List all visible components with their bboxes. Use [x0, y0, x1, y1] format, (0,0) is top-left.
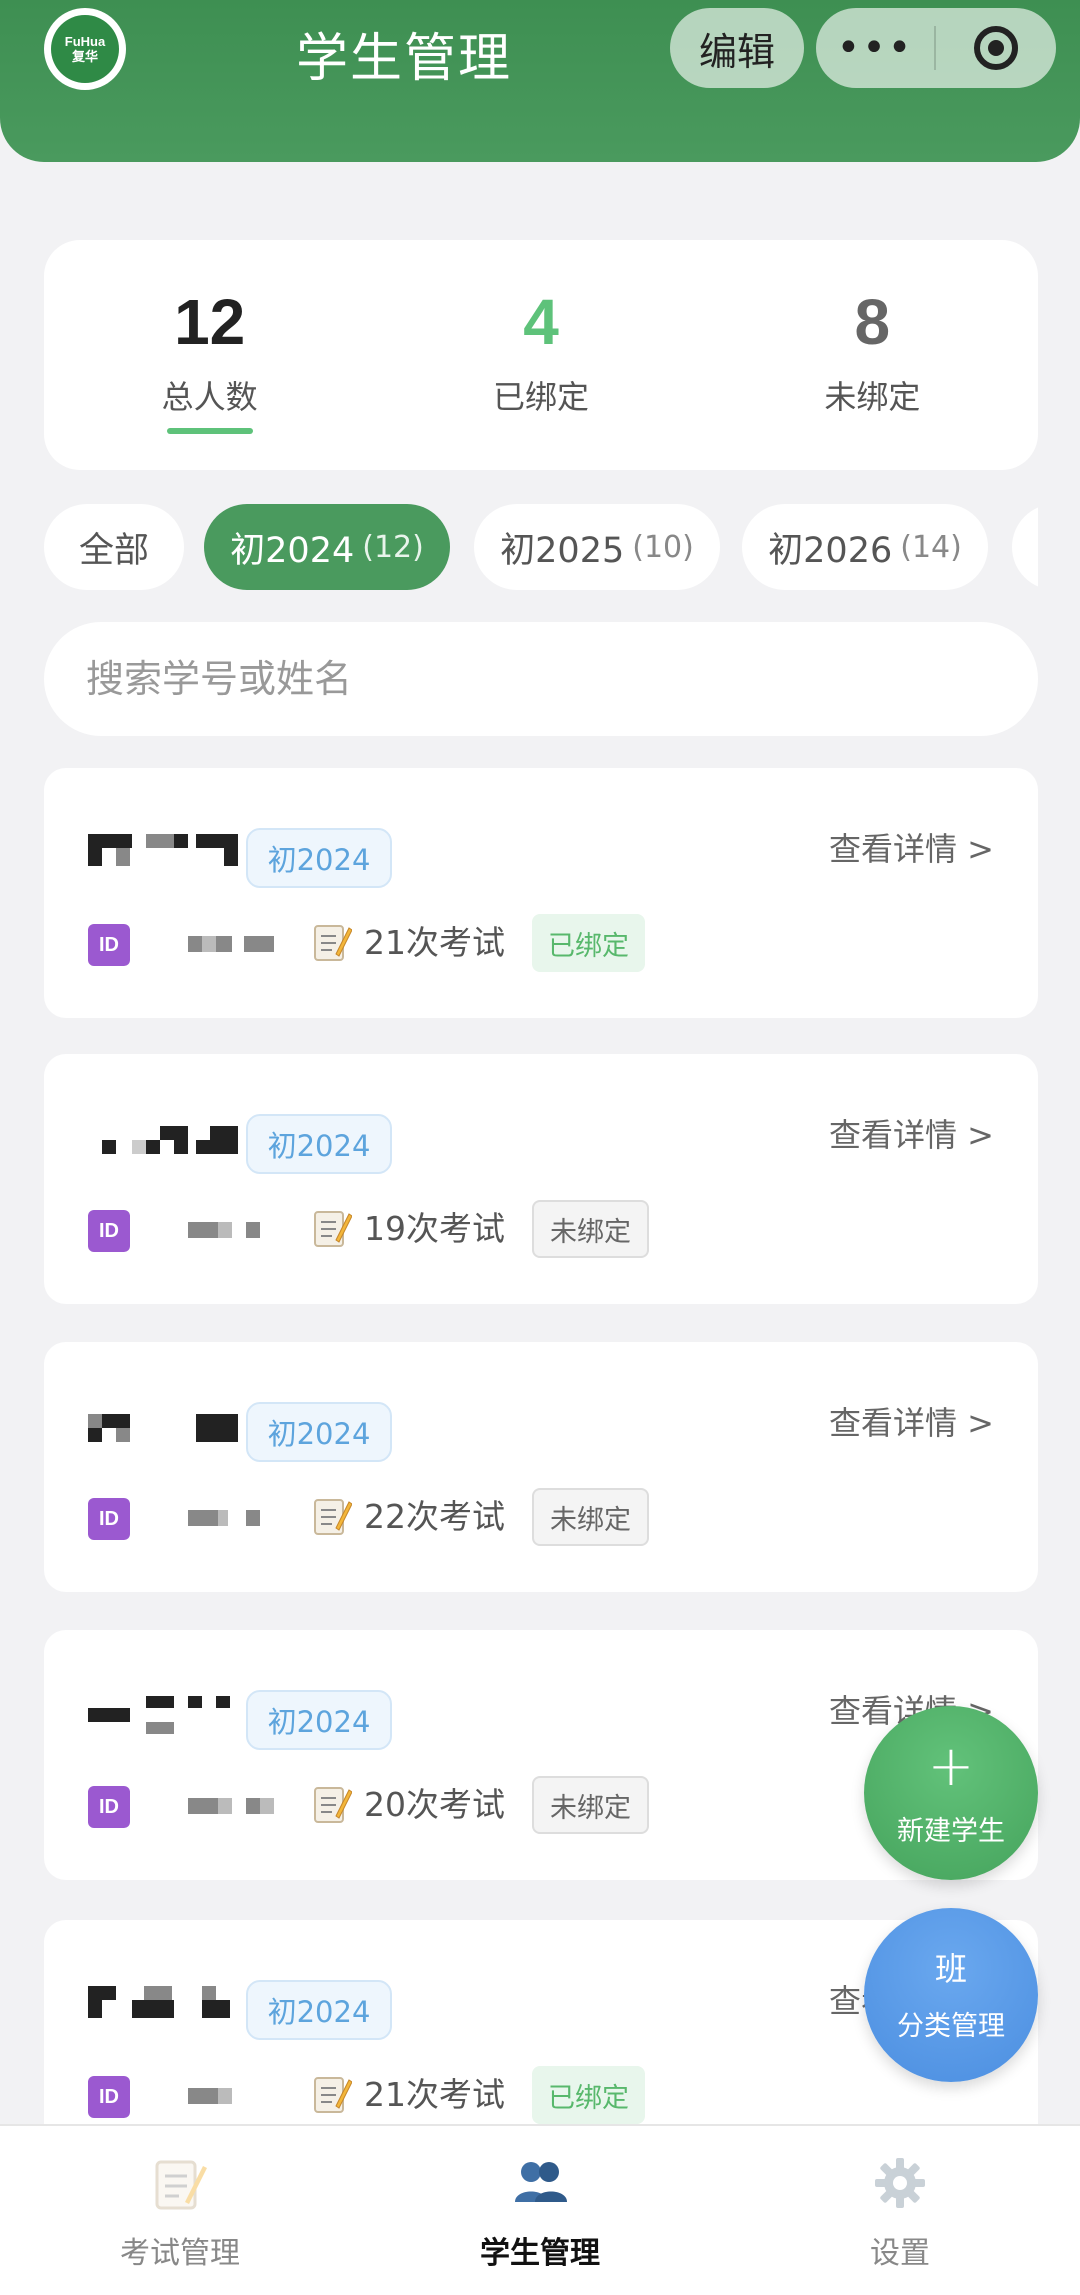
memo-icon	[314, 1211, 352, 1247]
status-badge: 未绑定	[532, 1200, 649, 1258]
memo-icon	[314, 925, 352, 961]
stat-unbound-label: 未绑定	[824, 378, 921, 416]
tab-exam-management[interactable]: 考试管理	[0, 2126, 360, 2295]
more-icon[interactable]: •••	[816, 28, 934, 68]
student-name-redacted	[88, 1986, 238, 2026]
new-student-label: 新建学生	[897, 1815, 1005, 1847]
stat-unbound[interactable]: 8 未绑定	[707, 240, 1038, 470]
filter-chip-label: 初2024	[230, 530, 355, 571]
memo-icon	[314, 2077, 352, 2113]
search-input[interactable]	[44, 622, 1038, 736]
status-badge: 已绑定	[532, 914, 645, 972]
student-id-redacted	[188, 1222, 288, 1238]
grade-tag: 初2024	[246, 1690, 392, 1750]
close-target-button[interactable]	[936, 26, 1056, 70]
student-card[interactable]: 初2024 查看详情 > ID 19次考试 未绑定	[44, 1054, 1038, 1304]
stat-bound-value: 4	[523, 286, 559, 358]
stat-bound-label: 已绑定	[492, 378, 589, 416]
student-card[interactable]: 初2024 查看详情 > ID 22次考试 未绑定	[44, 1342, 1038, 1592]
stats-card: 12 总人数 4 已绑定 8 未绑定	[44, 240, 1038, 470]
active-indicator	[166, 428, 253, 434]
filter-chip-2024[interactable]: 初2024 (12)	[204, 504, 450, 590]
student-name-redacted	[88, 1408, 238, 1448]
class-management-label: 分类管理	[897, 2010, 1005, 2042]
plus-icon: +	[927, 1733, 975, 1799]
memo-icon	[314, 1499, 352, 1535]
edit-button[interactable]: 编辑	[670, 8, 804, 88]
view-detail-link[interactable]: 查看详情 >	[829, 824, 994, 870]
logo-cn: 复华	[71, 49, 98, 64]
header-bar: FuHua 复华 学生管理 编辑 •••	[0, 0, 1080, 162]
tab-label: 考试管理	[120, 2236, 240, 2271]
filter-chip-count: (14)	[900, 529, 962, 565]
filter-chip-more[interactable]	[1012, 504, 1038, 590]
student-id-redacted	[188, 1510, 288, 1526]
people-icon	[515, 2162, 567, 2202]
grade-filter-bar: 全部 初2024 (12) 初2025 (10) 初2026 (14)	[44, 504, 1038, 590]
exam-count: 21次考试	[364, 923, 505, 962]
status-badge: 已绑定	[532, 2066, 645, 2124]
tab-label: 设置	[870, 2236, 930, 2271]
app-logo: FuHua 复华	[44, 8, 126, 90]
target-icon	[974, 26, 1018, 70]
memo-icon	[155, 2160, 207, 2210]
exam-count: 22次考试	[364, 1497, 505, 1536]
filter-chip-count: (10)	[632, 529, 694, 565]
student-name-redacted	[88, 834, 238, 874]
status-badge: 未绑定	[532, 1776, 649, 1834]
stat-total-label: 总人数	[161, 378, 258, 416]
new-student-fab[interactable]: + 新建学生	[864, 1706, 1038, 1880]
view-detail-link[interactable]: 查看详情 >	[829, 1110, 994, 1156]
id-icon: ID	[88, 1498, 130, 1540]
student-name-redacted	[88, 1696, 238, 1736]
logo-text: FuHua	[64, 34, 106, 49]
exam-count: 19次考试	[364, 1209, 505, 1248]
tab-label: 学生管理	[480, 2236, 600, 2271]
grade-tag: 初2024	[246, 1402, 392, 1462]
miniprogram-capsule: •••	[816, 8, 1056, 88]
grade-tag: 初2024	[246, 828, 392, 888]
grade-tag: 初2024	[246, 1980, 392, 2040]
bottom-tab-bar: 考试管理 学生管理 设置	[0, 2124, 1080, 2295]
tab-student-management[interactable]: 学生管理	[360, 2126, 720, 2295]
stat-total[interactable]: 12 总人数	[44, 240, 375, 470]
filter-chip-label: 初2025	[500, 530, 625, 571]
id-icon: ID	[88, 1786, 130, 1828]
page-title: 学生管理	[296, 29, 513, 89]
student-id-redacted	[188, 1798, 288, 1814]
stat-unbound-value: 8	[854, 286, 891, 358]
memo-icon	[314, 1787, 352, 1823]
filter-chip-all[interactable]: 全部	[44, 504, 184, 590]
view-detail-link[interactable]: 查看详情 >	[829, 1398, 994, 1444]
exam-count: 21次考试	[364, 2075, 505, 2114]
grade-tag: 初2024	[246, 1114, 392, 1174]
student-name-redacted	[88, 1120, 238, 1160]
student-card[interactable]: 初2024 查看详情 > ID 21次考试 已绑定	[44, 768, 1038, 1018]
filter-chip-2026[interactable]: 初2026 (14)	[742, 504, 988, 590]
tab-settings[interactable]: 设置	[720, 2126, 1080, 2295]
stat-total-value: 12	[174, 286, 246, 358]
student-id-redacted	[188, 936, 288, 952]
id-icon: ID	[88, 2076, 130, 2118]
class-management-fab[interactable]: 班 分类管理	[864, 1908, 1038, 2082]
stat-bound[interactable]: 4 已绑定	[375, 240, 706, 470]
student-id-redacted	[188, 2088, 288, 2104]
filter-chip-count: (12)	[362, 529, 424, 565]
filter-chip-label: 初2026	[768, 530, 893, 571]
gear-icon	[875, 2158, 925, 2208]
logo-badge: FuHua 复华	[51, 15, 119, 83]
filter-chip-2025[interactable]: 初2025 (10)	[474, 504, 720, 590]
filter-chip-label: 全部	[78, 530, 149, 571]
id-icon: ID	[88, 1210, 130, 1252]
class-icon: 班	[934, 1949, 967, 1988]
id-icon: ID	[88, 924, 130, 966]
exam-count: 20次考试	[364, 1785, 505, 1824]
status-badge: 未绑定	[532, 1488, 649, 1546]
